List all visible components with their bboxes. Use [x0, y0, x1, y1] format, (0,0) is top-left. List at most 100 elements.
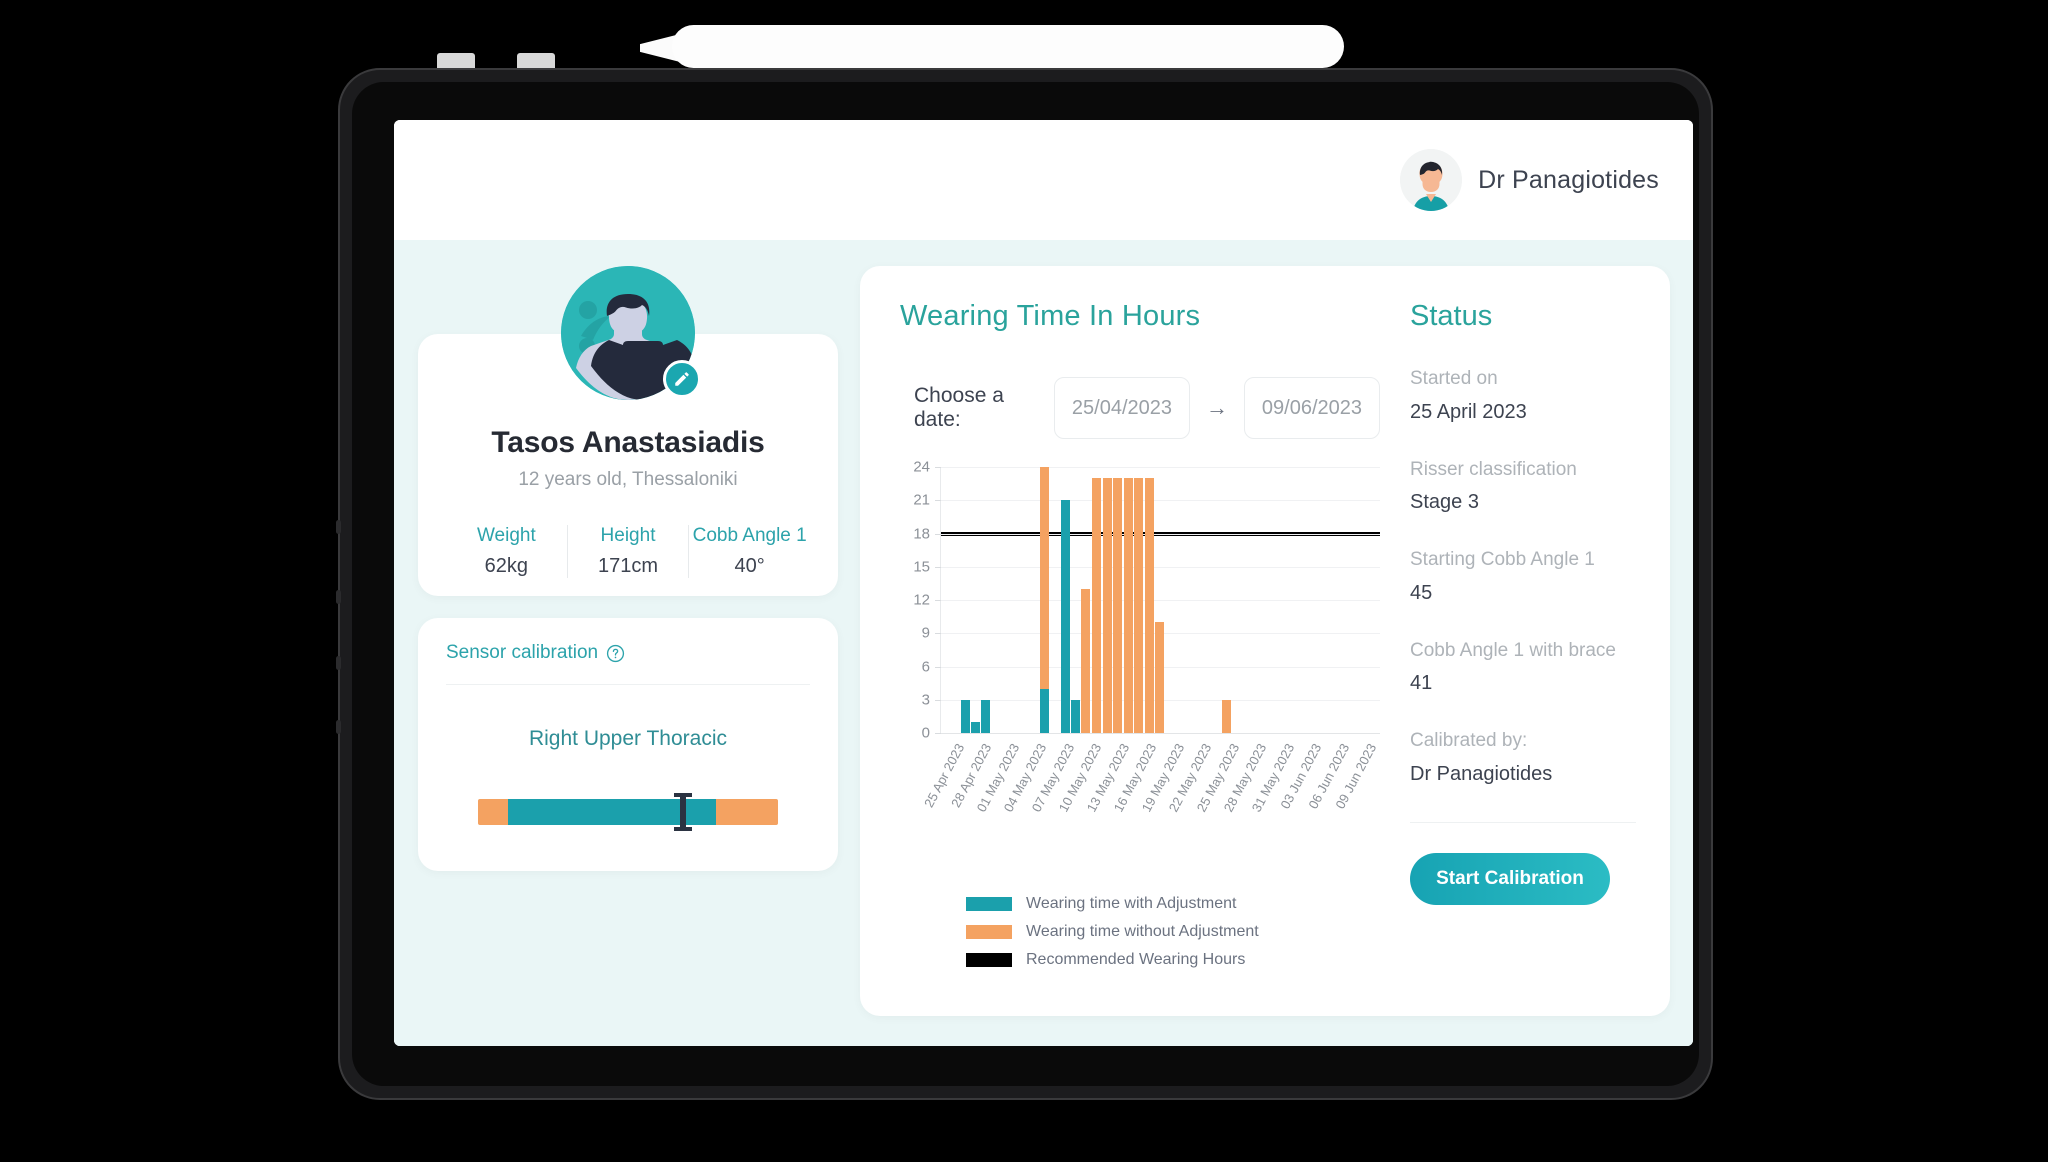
- chart-bar[interactable]: [1113, 478, 1123, 733]
- chart-y-tick-label: 21: [913, 491, 930, 509]
- page-title: Wearing Time In Hours: [900, 300, 1201, 332]
- chart-bar[interactable]: [1081, 588, 1091, 733]
- legend-item[interactable]: Wearing time without Adjustment: [966, 923, 1380, 941]
- status-fields: Started on 25 April 2023 Risser classifica…: [1410, 365, 1636, 786]
- app-header: Dr Panagiotides: [394, 120, 1693, 240]
- patient-name: Tasos Anastasiadis: [491, 426, 765, 459]
- calibration-slider[interactable]: [478, 793, 778, 831]
- chart-y-tickmark: [935, 633, 941, 635]
- status-field-label: Started on: [1410, 368, 1498, 389]
- main-panel: Wearing Time In Hours Choose a date: 25/…: [860, 266, 1670, 1016]
- chart-bar[interactable]: [1123, 478, 1133, 733]
- chart-y-tick-label: 3: [921, 691, 930, 709]
- chart-y-tick-label: 9: [921, 624, 930, 642]
- user-menu[interactable]: Dr Panagiotides: [1400, 149, 1659, 211]
- status-field-label: Starting Cobb Angle 1: [1410, 549, 1595, 571]
- chart-y-tick-label: 24: [913, 458, 930, 476]
- chart-gridline: [941, 500, 1380, 502]
- status-field-value: 25 April 2023: [1410, 400, 1527, 423]
- status-column: Status Started on 25 April 2023 Risser cla…: [1400, 300, 1670, 1016]
- chart-bar[interactable]: [1092, 478, 1102, 733]
- chart-y-tickmark: [935, 533, 941, 535]
- question-circle-icon[interactable]: [606, 644, 625, 663]
- chart-gridline: [941, 600, 1380, 601]
- calibration-region-label: Right Upper Thoracic: [528, 727, 728, 750]
- chart-bar[interactable]: [1060, 500, 1070, 733]
- chart-x-axis: 25 Apr 2023 28 Apr 2023 01 May 2023 04 May …: [921, 733, 1380, 843]
- chart-column: Wearing Time In Hours Choose a date: 25/…: [860, 300, 1400, 1016]
- legend-label: Recommended Wearing Hours: [1026, 951, 1246, 968]
- date-to-input[interactable]: 09/06/2023: [1243, 377, 1380, 439]
- chart-y-tickmark: [935, 699, 941, 701]
- patient-card: Tasos Anastasiadis 12 years old, Thessal…: [418, 266, 838, 596]
- tablet-side-dot-4: [336, 720, 341, 734]
- chart-bar[interactable]: [1134, 478, 1144, 733]
- chart-bar[interactable]: [1070, 699, 1080, 733]
- legend-item[interactable]: Recommended Wearing Hours: [966, 951, 1380, 969]
- metric-label: Cobb Angle 1: [692, 525, 807, 546]
- chart-bar[interactable]: [1221, 699, 1231, 733]
- chart-y-tick-label: 6: [921, 658, 930, 675]
- legend-item[interactable]: Wearing time with Adjustment: [966, 895, 1380, 913]
- status-field-label: Risser classification: [1410, 458, 1577, 480]
- sensor-calibration-header: Sensor calibration: [446, 642, 810, 685]
- status-field-value: 45: [1410, 581, 1433, 604]
- chart-y-tickmark: [935, 467, 941, 468]
- metric-value: 40°: [734, 555, 765, 577]
- chart-bar[interactable]: [1155, 622, 1165, 733]
- legend-swatch: [966, 897, 1012, 911]
- chart-bar[interactable]: [1102, 478, 1112, 733]
- chart-y-tick-label: 0: [921, 724, 930, 742]
- metric-value: 62kg: [484, 555, 529, 577]
- start-calibration-button[interactable]: Start Calibration: [1410, 852, 1610, 905]
- avatar: [1400, 149, 1463, 211]
- screenshot-scene: Dr Panagiotides Tasos Anastasiadis 12 ye…: [0, 0, 2048, 1162]
- metric-label: Weight: [476, 525, 536, 546]
- chart-y-axis: 0 3 6 9 12 15 18 21 24: [900, 459, 930, 742]
- chart-bar[interactable]: [1040, 688, 1050, 733]
- patient-subtitle: 12 years old, Thessaloniki: [518, 469, 738, 490]
- chart-plot-area: [935, 467, 1380, 734]
- chart-y-tickmark: [935, 600, 941, 601]
- chart-y-tick-label: 15: [913, 558, 930, 576]
- chart-bar[interactable]: [970, 721, 980, 733]
- app-content: Tasos Anastasiadis 12 years old, Thessal…: [394, 240, 1693, 1046]
- app-root: Dr Panagiotides Tasos Anastasiadis 12 ye…: [394, 120, 1693, 1046]
- status-field-label: Calibrated by:: [1410, 730, 1528, 752]
- date-from-input[interactable]: 25/04/2023: [1053, 377, 1190, 439]
- edit-avatar-button[interactable]: [663, 360, 701, 398]
- chart-gridline: [941, 566, 1380, 568]
- date-range-picker: Choose a date: 25/04/2023 → 09/06/2023: [900, 377, 1380, 439]
- user-name: Dr Panagiotides: [1478, 165, 1659, 194]
- tablet-side-dot-3: [336, 656, 341, 670]
- stylus: [672, 25, 1344, 68]
- status-field-value: Stage 3: [1410, 491, 1479, 514]
- chart-bar[interactable]: [1144, 478, 1154, 733]
- legend-label: Wearing time with Adjustment: [1026, 895, 1237, 912]
- legend-swatch: [966, 925, 1012, 939]
- chart-gridline: [941, 467, 1380, 468]
- metric-value: 171cm: [597, 555, 659, 577]
- chart-gridline: [941, 533, 1380, 535]
- tablet-side-dot-1: [336, 520, 341, 534]
- wearing-time-chart: 0 3 6 9 12 15 18 21 24 25 Apr 2023 28 Apr 2023 01 …: [900, 459, 1380, 814]
- chart-y-tick-label: 12: [913, 591, 930, 609]
- tablet-bezel: Dr Panagiotides Tasos Anastasiadis 12 ye…: [352, 82, 1699, 1086]
- chart-y-tickmark: [935, 566, 941, 568]
- chart-y-tick-label: 18: [913, 525, 930, 542]
- sensor-calibration-card: Sensor calibration Right Upper Thoracic: [418, 618, 838, 871]
- chart-bar[interactable]: [981, 699, 991, 733]
- calibration-slider-handle[interactable]: [674, 793, 692, 831]
- date-range-arrow-icon: →: [1205, 395, 1228, 420]
- pencil-icon: [675, 372, 689, 386]
- tablet-side-dot-2: [336, 590, 341, 604]
- legend-swatch: [966, 953, 1012, 967]
- date-range-label: Choose a date:: [914, 384, 1004, 431]
- tablet-screen: Dr Panagiotides Tasos Anastasiadis 12 ye…: [394, 120, 1693, 1046]
- patient-metrics: Weight 62kg Height 171cm Cobb Angle 1 40…: [446, 525, 810, 578]
- metric-label: Height: [600, 525, 656, 546]
- metric-cobb-angle-1: Cobb Angle 1 40°: [688, 525, 810, 578]
- metric-weight: Weight 62kg: [446, 525, 567, 578]
- chart-bar[interactable]: [960, 699, 970, 733]
- legend-label: Wearing time without Adjustment: [1026, 923, 1259, 940]
